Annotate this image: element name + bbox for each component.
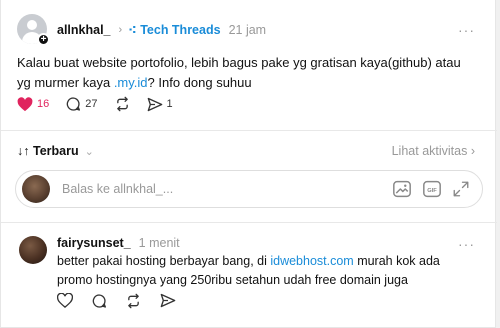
chevron-down-icon: ⌄ — [84, 145, 94, 158]
expand-icon[interactable] — [452, 180, 470, 203]
topic-label: Tech Threads — [140, 23, 221, 37]
post-text-part: ? Info dong suhuu — [147, 75, 252, 90]
like-button[interactable]: 16 — [17, 96, 50, 112]
repost-button[interactable] — [114, 96, 131, 112]
comment-actions — [56, 292, 194, 314]
post-header: allnkhal_ › ⁖ Tech Threads 21 jam — [57, 22, 267, 38]
reply-tools: GIF — [382, 180, 470, 203]
post-more-button[interactable]: ··· — [458, 22, 475, 38]
topic-dots-icon: ⁖ — [128, 23, 137, 37]
reply-input[interactable]: Balas ke allnkhal_... GIF — [15, 170, 483, 208]
share-icon — [147, 97, 162, 111]
chevron-right-icon: › — [118, 23, 123, 36]
current-user-avatar — [22, 175, 50, 203]
share-icon[interactable] — [160, 293, 176, 314]
divider — [1, 222, 497, 223]
comment-button[interactable]: 27 — [65, 96, 98, 112]
post-link[interactable]: .my.id — [114, 75, 148, 90]
topic-tag[interactable]: ⁖ Tech Threads — [128, 22, 220, 37]
comment-icon — [67, 97, 81, 111]
share-count: 1 — [166, 98, 173, 110]
like-count: 16 — [37, 98, 50, 110]
heart-icon[interactable] — [56, 292, 74, 314]
repost-icon[interactable] — [125, 293, 142, 314]
comment-time: 1 menit — [138, 236, 180, 250]
sort-arrows-icon: ↓↑ — [17, 144, 30, 158]
chevron-right-icon: › — [470, 144, 475, 158]
sort-label: Terbaru — [32, 144, 79, 158]
svg-text:GIF: GIF — [427, 188, 437, 194]
comment-more-button[interactable]: ··· — [458, 236, 475, 252]
thread-card: + allnkhal_ › ⁖ Tech Threads 21 jam ··· … — [0, 0, 497, 328]
view-activity-label: Lihat aktivitas — [391, 144, 468, 158]
commenter-avatar[interactable] — [19, 236, 47, 264]
post-text: Kalau buat website portofolio, lebih bag… — [17, 53, 477, 93]
comment-text-part: better pakai hosting berbayar bang, di — [57, 254, 271, 268]
post-time: 21 jam — [228, 22, 267, 37]
view-activity-link[interactable]: Lihat aktivitas › — [392, 144, 475, 158]
image-icon[interactable] — [392, 180, 412, 203]
heart-icon — [17, 96, 33, 111]
follow-plus-icon[interactable]: + — [37, 33, 50, 46]
reply-placeholder: Balas ke allnkhal_... — [62, 182, 174, 196]
comment-link[interactable]: idwebhost.com — [270, 254, 353, 268]
comment-icon[interactable] — [91, 293, 107, 314]
sort-dropdown[interactable]: ↓↑ Terbaru ⌄ — [17, 144, 94, 158]
post-actions: 16 27 1 — [17, 96, 189, 112]
repost-icon — [116, 96, 128, 112]
comment-header: fairysunset_ 1 menit — [57, 236, 180, 250]
post-username[interactable]: allnkhal_ — [57, 23, 111, 37]
divider — [1, 130, 497, 131]
comment-count: 27 — [85, 98, 98, 110]
gif-icon[interactable]: GIF — [422, 180, 442, 203]
comment-username[interactable]: fairysunset_ — [57, 236, 131, 250]
share-button[interactable]: 1 — [147, 97, 173, 112]
comment-text: better pakai hosting berbayar bang, di i… — [57, 252, 477, 290]
